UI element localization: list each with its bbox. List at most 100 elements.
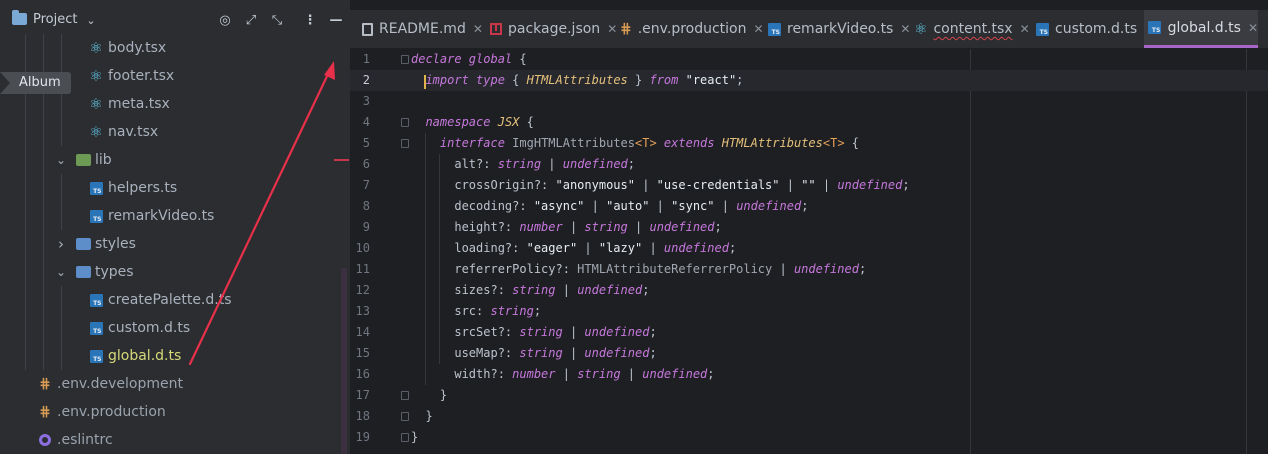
code-line[interactable]: 4 namespace JSX { [350,112,1268,133]
line-number: 13 [355,304,370,318]
typescript-icon [88,292,104,308]
code-area[interactable]: 1 declare global {2 import type { HTMLAtt… [350,49,1268,454]
fold-icon[interactable] [401,55,409,64]
tree-item-label: body.tsx [108,40,167,56]
tree-item-label: footer.tsx [108,68,175,84]
line-number: 8 [362,199,370,213]
target-icon[interactable]: ◎ [216,11,234,29]
eslint-icon-glyph [39,434,51,446]
env-file-icon-glyph: ⋕ [39,376,51,392]
code-line[interactable]: 1 declare global { [350,49,1268,70]
tab-env-production[interactable]: ⋕ .env.production ✕ [616,10,764,48]
code-line[interactable]: 14 srcSet?: string | undefined; [350,322,1268,343]
indent-guide [425,133,426,385]
expand-icon[interactable]: ⤢ [242,11,260,29]
project-title[interactable]: Project [33,12,77,27]
code-line[interactable]: 10 loading?: "eager" | "lazy" | undefine… [350,238,1268,259]
close-icon[interactable]: ✕ [1248,21,1258,35]
code-token: "auto" [606,199,650,213]
code-line[interactable]: 15 useMap?: string | undefined; [350,343,1268,364]
code-token: string [577,367,621,381]
tree-item-styles[interactable]: › styles [0,230,340,258]
tree-item-meta-tsx[interactable]: ⚛ meta.tsx [0,90,340,118]
code-token: undefined [663,241,729,255]
line-number: 11 [355,262,370,276]
code-line[interactable]: 9 height?: number | string | undefined; [350,217,1268,238]
tree-item-nav-tsx[interactable]: ⚛ nav.tsx [0,118,340,146]
tree-item-helpers-ts[interactable]: helpers.ts [0,174,340,202]
code-text: interface ImgHTMLAttributes<T> extends H… [411,133,859,154]
code-line[interactable]: 12 sizes?: string | undefined; [350,280,1268,301]
chevron-right-icon[interactable]: › [55,235,67,253]
fold-icon[interactable] [401,412,409,421]
react-icon-glyph: ⚛ [89,39,103,57]
tree-item-body-tsx[interactable]: ⚛ body.tsx [0,34,340,62]
code-text: import type { HTMLAttributes } from "rea… [411,70,743,91]
code-token: undefined [649,220,715,234]
code-line[interactable]: 16 width?: number | string | undefined; [350,364,1268,385]
code-token: HTMLAttributes [526,73,628,87]
fold-icon[interactable] [401,139,409,148]
tree-item-lib[interactable]: ⌄ lib [0,146,340,174]
tree-item-types[interactable]: ⌄ types [0,258,340,286]
minimize-icon[interactable]: — [327,11,345,29]
tree-item-remarkvideo-ts[interactable]: remarkVideo.ts [0,202,340,230]
code-line[interactable]: 19} [350,427,1268,448]
fold-icon[interactable] [401,433,409,442]
code-line[interactable]: 5 interface ImgHTMLAttributes<T> extends… [350,133,1268,154]
typescript-icon [1148,21,1162,35]
close-icon[interactable]: ✕ [900,22,910,36]
code-line[interactable]: 13 src: string; [350,301,1268,322]
tab-custom-d-ts[interactable]: custom.d.ts✕ [1032,10,1154,48]
collapse-icon[interactable]: ⤡ [268,11,286,29]
line-number: 12 [355,283,370,297]
code-line[interactable]: 18 } [350,406,1268,427]
code-token: alt?: [411,157,498,171]
tab-remarkvideo-ts[interactable]: remarkVideo.ts ✕ [764,10,910,48]
code-text: crossOrigin?: "anonymous" | "use-credent… [411,175,909,196]
react-icon-glyph: ⚛ [89,67,103,85]
code-token: src: [411,304,491,318]
tab-global-d-ts[interactable]: global.d.ts ✕ [1144,10,1258,48]
code-line[interactable]: 17 } [350,385,1268,406]
code-token: | [620,367,643,381]
folder-icon [75,264,91,280]
code-line[interactable]: 11 referrerPolicy?: HTMLAttributeReferre… [350,259,1268,280]
code-line[interactable]: 3 [350,91,1268,112]
tree-item-createpalette-d-ts[interactable]: createPalette.d.ts [0,286,340,314]
fold-icon[interactable] [401,118,409,127]
code-token: undefined [642,367,708,381]
code-token: string [512,283,556,297]
tree-item-eslintrc[interactable]: .eslintrc [0,426,340,454]
tab-content-tsx[interactable]: ⚛ content.tsx ✕ [910,10,1030,48]
code-line[interactable]: 8 decoding?: "async" | "auto" | "sync" |… [350,196,1268,217]
chevron-down-icon[interactable]: ⌄ [82,11,100,29]
typescript-icon [1036,22,1049,36]
tree-item-custom-d-ts[interactable]: custom.d.ts [0,314,340,342]
code-token: } [411,430,419,444]
line-number: 7 [362,178,370,192]
tree-scrollbar[interactable] [341,268,347,454]
code-line[interactable]: 6 alt?: string | undefined; [350,154,1268,175]
chevron-down-icon[interactable]: ⌄ [55,153,67,167]
react-icon: ⚛ [88,40,104,56]
close-icon[interactable]: ✕ [1020,22,1030,36]
tree-item-env-production[interactable]: ⋕ .env.production [0,398,340,426]
typescript-icon [768,22,781,36]
fold-icon[interactable] [401,391,409,400]
tree-item-global-d-ts[interactable]: global.d.ts [0,342,340,370]
code-line[interactable]: 7 crossOrigin?: "anonymous" | "use-crede… [350,175,1268,196]
react-icon: ⚛ [88,96,104,112]
code-line[interactable]: 2 import type { HTMLAttributes } from "r… [350,70,1268,91]
close-icon[interactable]: ✕ [754,22,764,36]
tree-item-env-development[interactable]: ⋕ .env.development [0,370,340,398]
tab-readme-md[interactable]: README.md ✕ [358,10,483,48]
tab-package-json[interactable]: package.json ✕ [486,10,617,48]
more-icon[interactable]: ⋮ [301,11,319,29]
close-icon[interactable]: ✕ [473,22,483,36]
chevron-down-icon[interactable]: ⌄ [55,265,67,279]
album-tooltip: Album [0,72,71,94]
code-token: from [649,73,679,87]
